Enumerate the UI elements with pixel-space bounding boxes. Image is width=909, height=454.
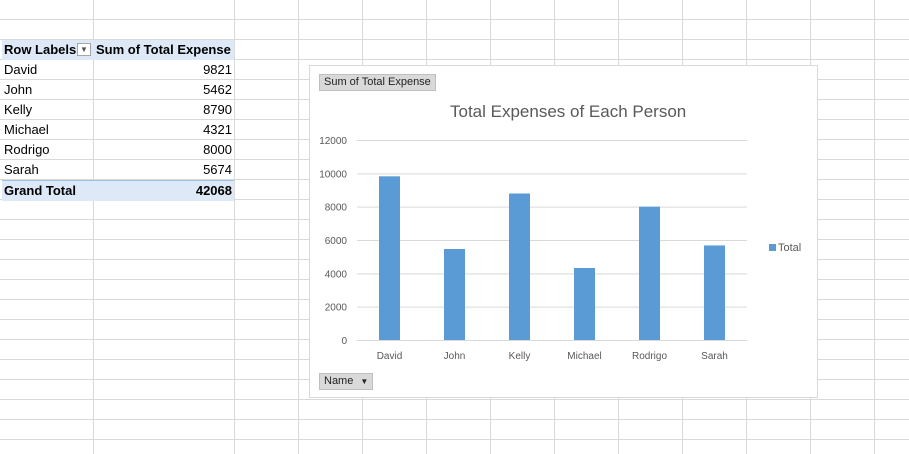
y-tick-label: 6000 bbox=[325, 236, 348, 247]
dropdown-arrow-icon: ▼ bbox=[360, 377, 369, 386]
row-labels-header[interactable]: Row Labels bbox=[4, 40, 76, 60]
bar-sarah[interactable] bbox=[704, 245, 725, 340]
y-tick-label: 10000 bbox=[319, 169, 347, 180]
row-label[interactable]: Kelly bbox=[4, 100, 32, 120]
pivot-table: Row Labels ▼ Sum of Total Expense David … bbox=[2, 40, 234, 201]
x-tick-label: Kelly bbox=[509, 351, 531, 362]
row-label[interactable]: Rodrigo bbox=[4, 140, 50, 160]
row-value[interactable]: 8000 bbox=[203, 140, 232, 160]
grand-total-label[interactable]: Grand Total bbox=[4, 181, 76, 201]
grand-total-value[interactable]: 42068 bbox=[196, 181, 232, 201]
filter-dropdown-icon[interactable]: ▼ bbox=[77, 43, 91, 56]
row-label[interactable]: David bbox=[4, 60, 37, 80]
pivot-row: John 5462 bbox=[2, 80, 234, 100]
pivot-header-row: Row Labels ▼ Sum of Total Expense bbox=[2, 40, 234, 60]
row-label[interactable]: John bbox=[4, 80, 32, 100]
grand-total-row: Grand Total 42068 bbox=[2, 180, 234, 201]
pivot-row: Michael 4321 bbox=[2, 120, 234, 140]
y-tick-label: 8000 bbox=[325, 203, 348, 214]
row-value[interactable]: 4321 bbox=[203, 120, 232, 140]
bar-michael[interactable] bbox=[574, 267, 595, 340]
x-tick-label: Michael bbox=[567, 351, 601, 362]
bar-rodrigo[interactable] bbox=[639, 206, 660, 340]
pivot-row: Rodrigo 8000 bbox=[2, 140, 234, 160]
row-value[interactable]: 5674 bbox=[203, 160, 232, 180]
pivot-row: Kelly 8790 bbox=[2, 100, 234, 120]
x-tick-label: Rodrigo bbox=[632, 351, 667, 362]
pivot-row: David 9821 bbox=[2, 60, 234, 80]
legend-swatch bbox=[769, 244, 776, 251]
row-value[interactable]: 9821 bbox=[203, 60, 232, 80]
pivot-row: Sarah 5674 bbox=[2, 160, 234, 180]
x-tick-label: David bbox=[377, 351, 403, 362]
y-tick-label: 2000 bbox=[325, 303, 348, 314]
row-label[interactable]: Sarah bbox=[4, 160, 39, 180]
pivot-chart[interactable]: Sum of Total Expense Total Expenses of E… bbox=[309, 65, 818, 398]
row-value[interactable]: 5462 bbox=[203, 80, 232, 100]
bar-kelly[interactable] bbox=[509, 193, 530, 341]
legend-label: Total bbox=[778, 242, 802, 254]
y-tick-label: 4000 bbox=[325, 269, 348, 280]
row-label[interactable]: Michael bbox=[4, 120, 49, 140]
y-tick-label: 12000 bbox=[319, 136, 347, 147]
axis-field-button[interactable]: Name ▼ bbox=[319, 373, 374, 390]
chart-legend[interactable]: Total bbox=[769, 242, 801, 254]
x-tick-label: John bbox=[444, 351, 466, 362]
plot-area[interactable]: 0 2000 4000 6000 8000 10000 12000 David John Kell… bbox=[310, 66, 817, 397]
bar-david[interactable] bbox=[379, 176, 400, 340]
row-value[interactable]: 8790 bbox=[203, 100, 232, 120]
axis-field-label: Name bbox=[324, 375, 354, 387]
value-field-header[interactable]: Sum of Total Expense bbox=[96, 40, 231, 60]
y-tick-label: 0 bbox=[341, 336, 347, 347]
x-tick-label: Sarah bbox=[701, 351, 728, 362]
bar-john[interactable] bbox=[444, 248, 465, 340]
